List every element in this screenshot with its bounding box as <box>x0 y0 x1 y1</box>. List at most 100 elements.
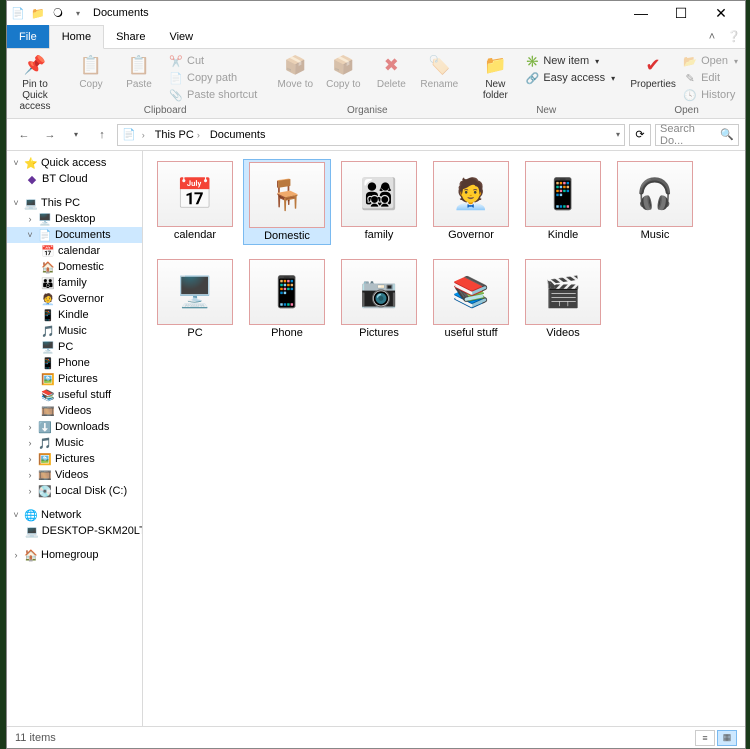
tree-quick-access[interactable]: ˅⭐Quick access <box>7 155 142 171</box>
copy-path-button[interactable]: 📄Copy path <box>165 70 261 86</box>
explorer-window: 📄 📁 🔾 ▾ Documents — ☐ ✕ File Home Share … <box>6 0 746 749</box>
search-input[interactable]: Search Do... 🔍 <box>655 124 739 146</box>
folder-item[interactable]: 🖥️ PC <box>151 257 239 341</box>
forward-button[interactable]: → <box>39 124 61 146</box>
ribbon: 📌Pin to Quick access 📋Copy 📋Paste ✂️Cut … <box>7 49 745 119</box>
folder-item[interactable]: 👨‍👩‍👧‍👦family <box>335 159 423 245</box>
folder-item[interactable]: 📷Pictures <box>335 257 423 341</box>
cut-icon: ✂️ <box>169 54 183 68</box>
up-button[interactable]: ↑ <box>91 124 113 146</box>
tree-sub-item[interactable]: 🖼️Pictures <box>7 371 142 387</box>
icons-view-button[interactable]: ▦ <box>717 730 737 746</box>
tree-videos[interactable]: ›🎞️Videos <box>7 467 142 483</box>
undo-qat-icon[interactable]: 🔾 <box>51 6 65 20</box>
tree-sub-item[interactable]: 📱Phone <box>7 355 142 371</box>
tree-sub-item[interactable]: 📚useful stuff <box>7 387 142 403</box>
edit-button[interactable]: ✎Edit <box>679 70 742 86</box>
breadcrumb[interactable]: This PC› <box>151 129 204 141</box>
tab-file[interactable]: File <box>7 25 49 48</box>
tree-sub-item[interactable]: 👪family <box>7 275 142 291</box>
folder-label: Videos <box>546 327 579 339</box>
nav-tree: ˅⭐Quick access ◆BT Cloud ˅💻This PC ›🖥️De… <box>7 151 143 726</box>
folder-item[interactable]: 🪑Domestic <box>243 159 331 245</box>
paste-shortcut-button[interactable]: 📎Paste shortcut <box>165 87 261 103</box>
status-bar: 11 items ≡ ▦ <box>7 726 745 748</box>
refresh-button[interactable]: ⟳ <box>629 124 651 146</box>
folder-item[interactable]: 🎬 Videos <box>519 257 607 341</box>
tab-share[interactable]: Share <box>104 25 157 48</box>
navbar: ← → ▾ ↑ 📄 › This PC› Documents ▾ ⟳ Searc… <box>7 119 745 151</box>
quick-access-toolbar: 📄 📁 🔾 ▾ <box>11 6 85 20</box>
tree-sub-item[interactable]: 🎞️Videos <box>7 403 142 419</box>
breadcrumb[interactable]: Documents <box>206 129 270 141</box>
folder-item[interactable]: 📱Kindle <box>519 159 607 245</box>
folder-item[interactable]: 🧑‍💼Governor <box>427 159 515 245</box>
easy-access-button[interactable]: 🔗Easy access▾ <box>521 70 619 86</box>
new-folder-button[interactable]: 📁New folder <box>473 53 517 101</box>
folder-thumbnail: 🎬 <box>525 259 601 325</box>
new-folder-icon: 📁 <box>483 53 507 77</box>
tree-bt-cloud[interactable]: ◆BT Cloud <box>7 171 142 187</box>
maximize-button[interactable]: ☐ <box>661 1 701 25</box>
tree-music[interactable]: ›🎵Music <box>7 435 142 451</box>
properties-qat-icon[interactable]: 📄 <box>11 6 25 20</box>
copy-button[interactable]: 📋Copy <box>69 53 113 90</box>
tab-home[interactable]: Home <box>49 25 104 49</box>
folder-label: calendar <box>174 229 216 241</box>
help-icon[interactable]: ❔ <box>723 25 745 48</box>
addr-dropdown-icon[interactable]: ▾ <box>616 130 620 139</box>
recent-dropdown[interactable]: ▾ <box>65 124 87 146</box>
address-bar[interactable]: 📄 › This PC› Documents ▾ <box>117 124 625 146</box>
folder-item[interactable]: 📚useful stuff <box>427 257 515 341</box>
tree-sub-item[interactable]: 🏠Domestic <box>7 259 142 275</box>
tree-documents[interactable]: ˅📄Documents <box>7 227 142 243</box>
open-button[interactable]: 📂Open▾ <box>679 53 742 69</box>
folder-item[interactable]: 📅calendar <box>151 159 239 245</box>
search-placeholder: Search Do... <box>660 123 720 147</box>
folder-thumbnail: 🖥️ <box>157 259 233 325</box>
history-button[interactable]: 🕓History <box>679 87 742 103</box>
tree-sub-item[interactable]: 📱Kindle <box>7 307 142 323</box>
qat-dropdown-icon[interactable]: ▾ <box>71 6 85 20</box>
folder-label: family <box>365 229 394 241</box>
easy-access-icon: 🔗 <box>525 71 539 85</box>
back-button[interactable]: ← <box>13 124 35 146</box>
move-to-button[interactable]: 📦Move to <box>273 53 317 90</box>
copy-to-button[interactable]: 📦Copy to <box>321 53 365 90</box>
search-icon: 🔍 <box>720 128 734 141</box>
tree-network[interactable]: ˅🌐Network <box>7 507 142 523</box>
close-button[interactable]: ✕ <box>701 1 741 25</box>
collapse-ribbon-icon[interactable]: ˄ <box>701 25 723 48</box>
minimize-button[interactable]: — <box>621 1 661 25</box>
paste-button[interactable]: 📋Paste <box>117 53 161 90</box>
tree-desktop-pc[interactable]: 💻DESKTOP-SKM20LT <box>7 523 142 539</box>
tree-local-disk[interactable]: ›💽Local Disk (C:) <box>7 483 142 499</box>
tab-view[interactable]: View <box>157 25 205 48</box>
cut-button[interactable]: ✂️Cut <box>165 53 261 69</box>
tree-desktop[interactable]: ›🖥️Desktop <box>7 211 142 227</box>
folder-label: Phone <box>271 327 303 339</box>
tree-sub-item[interactable]: 🧑‍💼Governor <box>7 291 142 307</box>
delete-button[interactable]: ✖Delete <box>369 53 413 90</box>
open-icon: 📂 <box>683 54 697 68</box>
history-icon: 🕓 <box>683 88 697 102</box>
tree-sub-item[interactable]: 🖥️PC <box>7 339 142 355</box>
tree-sub-item[interactable]: 📅calendar <box>7 243 142 259</box>
pin-quick-access-button[interactable]: 📌Pin to Quick access <box>13 53 57 112</box>
folder-thumbnail: 📱 <box>249 259 325 325</box>
new-folder-qat-icon[interactable]: 📁 <box>31 6 45 20</box>
new-item-button[interactable]: ✳️New item▾ <box>521 53 619 69</box>
folder-label: PC <box>187 327 202 339</box>
tree-pictures[interactable]: ›🖼️Pictures <box>7 451 142 467</box>
paste-shortcut-icon: 📎 <box>169 88 183 102</box>
folder-item[interactable]: 📱 Phone <box>243 257 331 341</box>
tree-homegroup[interactable]: ›🏠Homegroup <box>7 547 142 563</box>
details-view-button[interactable]: ≡ <box>695 730 715 746</box>
tree-this-pc[interactable]: ˅💻This PC <box>7 195 142 211</box>
folder-item[interactable]: 🎧Music <box>611 159 699 245</box>
file-pane[interactable]: 📅calendar🪑Domestic👨‍👩‍👧‍👦family🧑‍💼Govern… <box>143 151 745 726</box>
tree-sub-item[interactable]: 🎵Music <box>7 323 142 339</box>
properties-button[interactable]: ✔Properties <box>631 53 675 90</box>
rename-button[interactable]: 🏷️Rename <box>417 53 461 90</box>
tree-downloads[interactable]: ›⬇️Downloads <box>7 419 142 435</box>
